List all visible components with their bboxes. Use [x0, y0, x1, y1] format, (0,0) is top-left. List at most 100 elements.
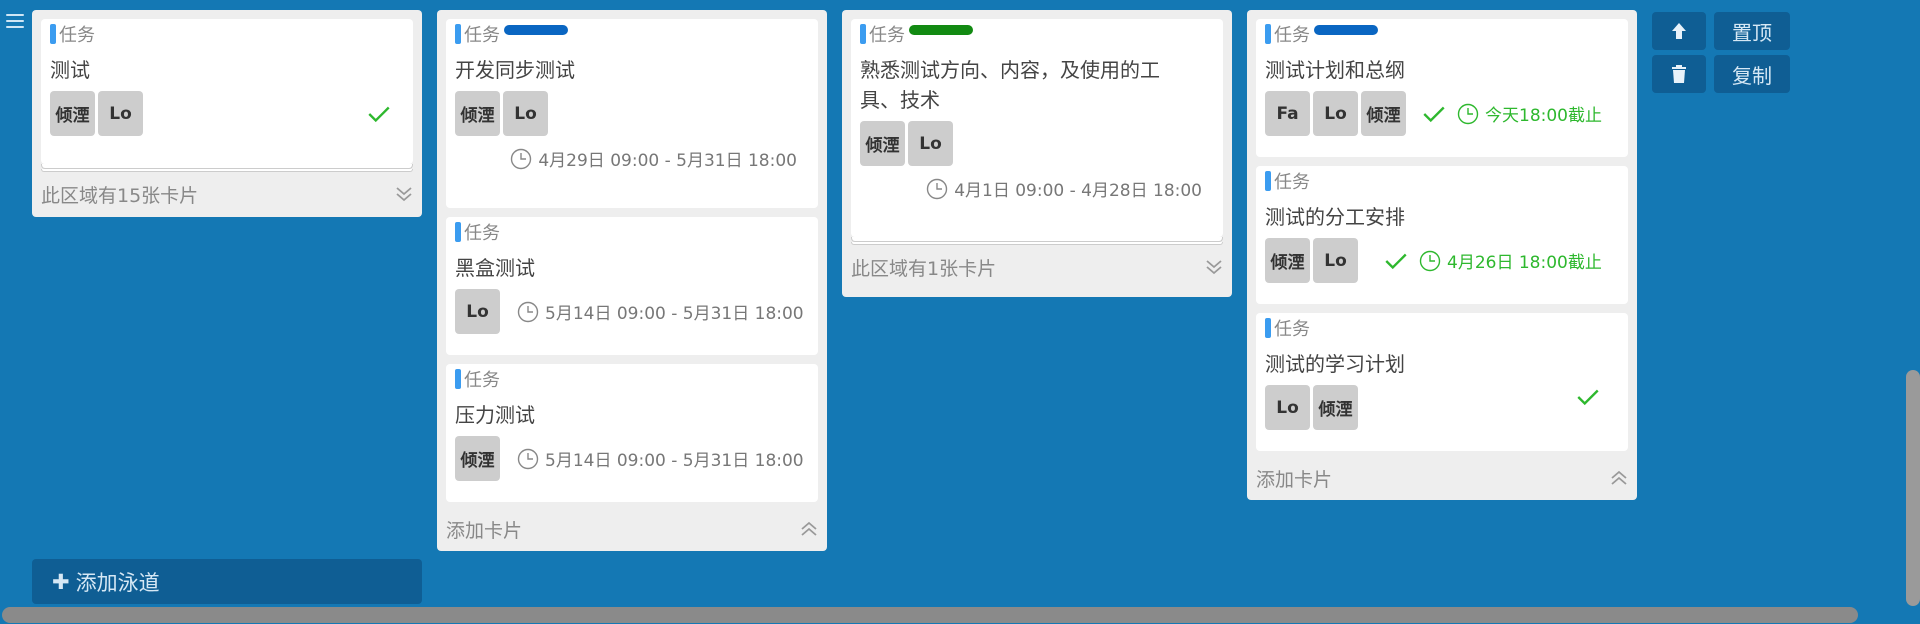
delete-button[interactable]	[1652, 55, 1706, 93]
type-marker	[1265, 171, 1271, 191]
copy-button[interactable]: 复制	[1714, 55, 1790, 93]
card-learning-plan[interactable]: 任务 测试的学习计划 Lo 倾湮	[1256, 313, 1628, 451]
avatar[interactable]: Lo	[1313, 91, 1358, 136]
lane-2: 任务 开发同步测试 倾湮 Lo 4月29日 09:00 - 5月31日 18:0…	[437, 10, 827, 551]
pin-top-button[interactable]: 置顶	[1714, 12, 1790, 50]
add-lane-label: 添加泳道	[75, 570, 160, 595]
checkmark-icon[interactable]	[366, 101, 392, 127]
clock-icon	[926, 178, 948, 199]
card-title: 测试计划和总纲	[1265, 58, 1405, 82]
avatar[interactable]: Lo	[1265, 385, 1310, 430]
label-tag[interactable]	[909, 25, 973, 35]
avatar[interactable]: 倾湮	[455, 91, 500, 136]
avatar[interactable]: Fa	[1265, 91, 1310, 136]
double-chevron-down-icon[interactable]	[1205, 258, 1223, 276]
type-marker	[1265, 318, 1271, 338]
card-deadline: 4月26日 18:00截止	[1447, 253, 1602, 273]
lane-card-count: 此区域有1张卡片	[851, 257, 997, 280]
card-type-label: 任务	[464, 223, 500, 244]
card-type: 任务	[455, 368, 809, 391]
double-chevron-down-icon[interactable]	[395, 185, 413, 203]
card-type-label: 任务	[1274, 319, 1310, 340]
card-title: 压力测试	[455, 403, 535, 427]
double-chevron-up-icon[interactable]	[1610, 469, 1628, 487]
vertical-scrollbar-thumb[interactable]	[1906, 370, 1920, 606]
card-type: 任务	[50, 23, 404, 46]
avatar[interactable]: 倾湮	[1313, 385, 1358, 430]
avatar[interactable]: Lo	[503, 91, 548, 136]
card-date: 4月1日 09:00 - 4月28日 18:00	[954, 181, 1202, 201]
add-card-label: 添加卡片	[446, 519, 523, 542]
trash-icon	[1672, 65, 1686, 83]
avatar[interactable]: 倾湮	[860, 121, 905, 166]
card-stress-test[interactable]: 任务 压力测试 倾湮 5月14日 09:00 - 5月31日 18:00	[446, 364, 818, 502]
card-date: 5月14日 09:00 - 5月31日 18:00	[545, 304, 804, 324]
card-type: 任务	[1265, 23, 1619, 46]
card-title: 测试的分工安排	[1265, 205, 1405, 229]
card-type: 任务	[860, 23, 1214, 46]
card-type-label: 任务	[869, 25, 905, 46]
card-test[interactable]: 任务 测试 倾湮 Lo	[41, 19, 413, 164]
card-type: 任务	[455, 23, 809, 46]
clock-icon	[517, 448, 539, 469]
checkmark-icon[interactable]	[1575, 384, 1601, 410]
avatar[interactable]: Lo	[908, 121, 953, 166]
horizontal-scrollbar-thumb[interactable]	[2, 607, 1858, 623]
lane-1: 任务 测试 倾湮 Lo 此区域有15张卡片	[32, 10, 422, 217]
card-date: 5月14日 09:00 - 5月31日 18:00	[545, 451, 804, 471]
type-marker	[50, 24, 56, 44]
type-marker	[455, 24, 461, 44]
add-lane-button[interactable]: ✚ 添加泳道	[32, 559, 422, 604]
checkmark-icon[interactable]	[1421, 101, 1447, 127]
card-title: 开发同步测试	[455, 58, 575, 82]
card-date: 4月29日 09:00 - 5月31日 18:00	[538, 151, 797, 171]
lane-footer[interactable]: 此区域有15张卡片	[41, 172, 413, 216]
add-card-button[interactable]: 添加卡片	[1256, 456, 1628, 500]
card-test-plan[interactable]: 任务 测试计划和总纲 Fa Lo 倾湮 今天18:00截止	[1256, 19, 1628, 157]
card-type-label: 任务	[1274, 25, 1310, 46]
card-dev-sync-test[interactable]: 任务 开发同步测试 倾湮 Lo 4月29日 09:00 - 5月31日 18:0…	[446, 19, 818, 208]
card-title: 熟悉测试方向、内容，及使用的工具、技术	[860, 58, 1160, 112]
avatar[interactable]: Lo	[1313, 238, 1358, 283]
avatar[interactable]: 倾湮	[1361, 91, 1406, 136]
lane-3: 任务 熟悉测试方向、内容，及使用的工具、技术 倾湮 Lo 4月1日 09:00 …	[842, 10, 1232, 297]
lane-footer[interactable]: 此区域有1张卡片	[851, 245, 1223, 289]
avatar[interactable]: Lo	[98, 91, 143, 136]
card-title: 黑盒测试	[455, 256, 535, 280]
move-up-button[interactable]	[1652, 12, 1706, 50]
arrow-up-icon	[1672, 23, 1686, 39]
add-card-button[interactable]: 添加卡片	[446, 507, 818, 551]
card-title: 测试的学习计划	[1265, 352, 1405, 376]
type-marker	[455, 222, 461, 242]
lane-4: 任务 测试计划和总纲 Fa Lo 倾湮 今天18:00截止 任务 测试的分工安排…	[1247, 10, 1637, 500]
type-marker	[455, 369, 461, 389]
card-type-label: 任务	[464, 25, 500, 46]
clock-icon	[1457, 103, 1479, 124]
card-type-label: 任务	[464, 370, 500, 391]
card-blackbox-test[interactable]: 任务 黑盒测试 Lo 5月14日 09:00 - 5月31日 18:00	[446, 217, 818, 355]
card-deadline: 今天18:00截止	[1485, 106, 1602, 126]
type-marker	[860, 24, 866, 44]
avatar[interactable]: 倾湮	[1265, 238, 1310, 283]
type-marker	[1265, 24, 1271, 44]
add-card-label: 添加卡片	[1256, 468, 1333, 491]
card-type-label: 任务	[59, 25, 95, 46]
label-tag[interactable]	[1314, 25, 1378, 35]
avatar[interactable]: 倾湮	[50, 91, 95, 136]
clock-icon	[1419, 250, 1441, 271]
plus-icon: ✚	[52, 569, 70, 594]
card-type: 任务	[1265, 317, 1619, 340]
card-familiarize[interactable]: 任务 熟悉测试方向、内容，及使用的工具、技术 倾湮 Lo 4月1日 09:00 …	[851, 19, 1223, 237]
avatar[interactable]: Lo	[455, 289, 500, 334]
lane-card-count: 此区域有15张卡片	[41, 184, 199, 207]
clock-icon	[517, 301, 539, 322]
double-chevron-up-icon[interactable]	[800, 520, 818, 538]
hamburger-icon[interactable]	[6, 14, 24, 30]
label-tag[interactable]	[504, 25, 568, 35]
checkmark-icon[interactable]	[1383, 248, 1409, 274]
card-division-of-work[interactable]: 任务 测试的分工安排 倾湮 Lo 4月26日 18:00截止	[1256, 166, 1628, 304]
card-type: 任务	[1265, 170, 1619, 193]
avatar[interactable]: 倾湮	[455, 436, 500, 481]
card-title: 测试	[50, 58, 90, 82]
pin-top-label: 置顶	[1732, 20, 1772, 45]
